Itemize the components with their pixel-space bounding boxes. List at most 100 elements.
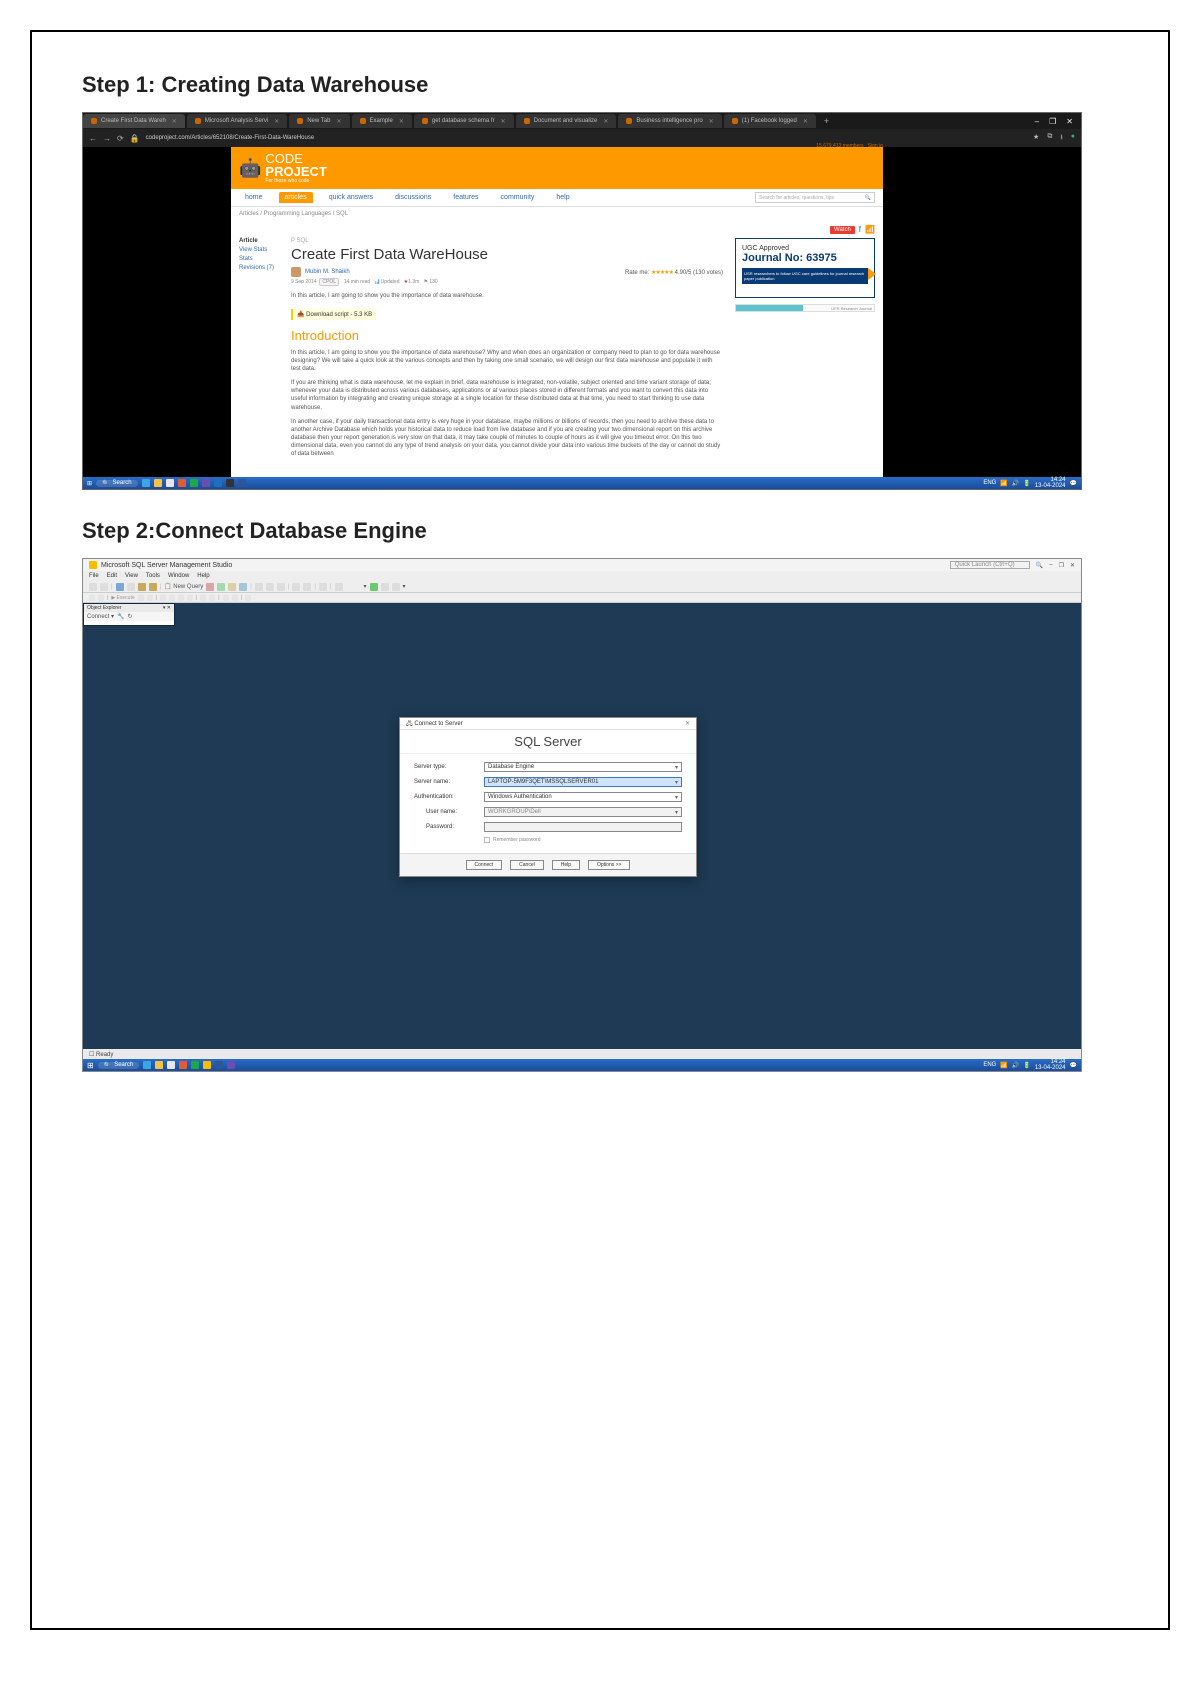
quick-launch-input[interactable]: Quick Launch (Ctrl+Q) — [950, 561, 1030, 569]
download-icon[interactable]: ⭳ — [1060, 133, 1062, 144]
profile-icon[interactable]: ● — [1071, 133, 1075, 144]
new-query-button[interactable]: 📋 New Query — [164, 583, 203, 590]
oe-filter-icon[interactable]: 🔧 — [117, 613, 124, 620]
nav-articles[interactable]: articles — [279, 192, 313, 203]
browser-tab-6[interactable]: Business intelligence pro✕ — [618, 114, 721, 128]
server-type-select[interactable]: Database Engine▾ — [484, 762, 682, 772]
tool2-stop-icon[interactable] — [147, 595, 153, 601]
tray-network-icon[interactable]: 📶 — [1000, 1062, 1007, 1069]
sidebar-ad-2[interactable]: IJFR Research Journal — [735, 304, 875, 312]
menu-view[interactable]: View — [125, 573, 138, 579]
tool2-stats-icon[interactable] — [187, 595, 193, 601]
nav-help[interactable]: help — [550, 192, 575, 203]
task-icon-3[interactable] — [166, 479, 174, 487]
codeproject-search-input[interactable]: Search for articles, questions, tips🔍 — [755, 192, 875, 203]
auth-select[interactable]: Windows Authentication▾ — [484, 792, 682, 802]
tool2-misc-icon[interactable] — [245, 595, 251, 601]
tab-close-icon[interactable]: ✕ — [803, 118, 808, 125]
extension-icon[interactable]: ⧉ — [1047, 133, 1052, 144]
tool-paste-icon[interactable] — [277, 583, 285, 591]
taskbar-search[interactable]: 🔍 Search — [98, 1062, 140, 1069]
tab-close-icon[interactable]: ✕ — [274, 118, 279, 125]
window-minimize-icon[interactable]: – — [1035, 117, 1039, 126]
tool2-plan-icon[interactable] — [169, 595, 175, 601]
menu-window[interactable]: Window — [168, 573, 189, 579]
tool-props-icon[interactable] — [381, 583, 389, 591]
tray-eng[interactable]: ENG — [983, 480, 996, 486]
url-text[interactable]: codeproject.com/Articles/652108/Create-F… — [146, 135, 315, 141]
menu-help[interactable]: Help — [197, 573, 209, 579]
oe-refresh-icon[interactable]: ↻ — [128, 613, 133, 620]
task-icon-3[interactable] — [167, 1061, 175, 1069]
task-icon-1[interactable] — [143, 1061, 151, 1069]
nav-quick-answers[interactable]: quick answers — [323, 192, 379, 203]
tray-battery-icon[interactable]: 🔋 — [1023, 480, 1030, 487]
task-icon-8[interactable] — [227, 1061, 235, 1069]
tool-new-icon[interactable] — [116, 583, 124, 591]
tab-close-icon[interactable]: ✕ — [709, 118, 714, 125]
tool-find-icon[interactable] — [335, 583, 343, 591]
left-view-stats[interactable]: View Stats — [239, 247, 279, 253]
browser-tab-2[interactable]: New Tab✕ — [289, 114, 349, 128]
nav-features[interactable]: features — [447, 192, 484, 203]
task-icon-8[interactable] — [226, 479, 234, 487]
tool-save-all-icon[interactable] — [149, 583, 157, 591]
new-tab-button[interactable]: + — [824, 116, 829, 126]
nav-home[interactable]: home — [239, 192, 269, 203]
task-icon-9[interactable] — [238, 479, 246, 487]
tray-battery-icon[interactable]: 🔋 — [1023, 1062, 1030, 1069]
tool-target-icon[interactable] — [370, 583, 378, 591]
quick-launch-search-icon[interactable]: 🔍 — [1036, 562, 1043, 569]
tool-open-icon[interactable] — [127, 583, 135, 591]
window-maximize-icon[interactable]: ❐ — [1049, 117, 1056, 126]
tool-tools-icon[interactable] — [392, 583, 400, 591]
left-revisions[interactable]: Revisions (7) — [239, 265, 279, 271]
tool2-icon-1[interactable] — [89, 595, 95, 601]
dialog-close-icon[interactable]: ✕ — [685, 720, 690, 727]
search-icon[interactable]: 🔍 — [865, 195, 871, 201]
menu-tools[interactable]: Tools — [146, 573, 160, 579]
bookmark-icon[interactable]: ★ — [1033, 133, 1039, 144]
tool2-indent-icon[interactable] — [223, 595, 229, 601]
left-stats[interactable]: Stats — [239, 256, 279, 262]
tool-xmla-icon[interactable] — [239, 583, 247, 591]
tab-close-icon[interactable]: ✕ — [501, 118, 506, 125]
browser-tab-1[interactable]: Microsoft Analysis Servi✕ — [187, 114, 287, 128]
forward-icon[interactable]: → — [103, 134, 111, 143]
nav-community[interactable]: community — [495, 192, 541, 203]
task-icon-5[interactable] — [191, 1061, 199, 1069]
sidebar-ad-1[interactable]: UGC Approved Journal No: 63975 IJSR rese… — [735, 238, 875, 298]
task-icon-6[interactable] — [202, 479, 210, 487]
reload-icon[interactable]: ⟳ — [117, 134, 124, 143]
tray-notifications-icon[interactable]: 💬 — [1070, 1062, 1077, 1069]
oe-connect-dropdown[interactable]: Connect ▾ — [87, 613, 114, 620]
tool-as-icon[interactable] — [217, 583, 225, 591]
tool-dmx-icon[interactable] — [228, 583, 236, 591]
tool2-text-icon[interactable] — [209, 595, 215, 601]
tray-volume-icon[interactable]: 🔊 — [1012, 480, 1019, 487]
task-icon-2[interactable] — [155, 1061, 163, 1069]
rss-icon[interactable]: 📶 — [865, 225, 875, 234]
tool-copy-icon[interactable] — [266, 583, 274, 591]
tool2-icon-2[interactable] — [98, 595, 104, 601]
tab-close-icon[interactable]: ✕ — [336, 118, 341, 125]
tool2-parse-icon[interactable] — [160, 595, 166, 601]
task-icon-2[interactable] — [154, 479, 162, 487]
tool-forward-icon[interactable] — [100, 583, 108, 591]
help-button[interactable]: Help — [552, 860, 580, 870]
tool-undo-icon[interactable] — [292, 583, 300, 591]
author-name[interactable]: Mubin M. Shaikh — [305, 269, 350, 275]
window-close-icon[interactable]: ✕ — [1070, 562, 1075, 569]
tool2-outdent-icon[interactable] — [232, 595, 238, 601]
start-button[interactable]: ⊞ — [87, 1061, 94, 1070]
browser-tab-7[interactable]: (1) Facebook logged✕ — [724, 114, 816, 128]
tool-cut-icon[interactable] — [255, 583, 263, 591]
watch-button[interactable]: Watch — [830, 226, 855, 234]
window-maximize-icon[interactable]: ❐ — [1059, 562, 1064, 569]
tab-close-icon[interactable]: ✕ — [603, 118, 608, 125]
tool2-debug-icon[interactable] — [138, 595, 144, 601]
tab-close-icon[interactable]: ✕ — [399, 118, 404, 125]
task-icon-5[interactable] — [190, 479, 198, 487]
browser-tab-0[interactable]: Create First Data Wareh✕ — [83, 114, 185, 128]
download-link[interactable]: 📥 Download script - 5.3 KB — [291, 309, 376, 320]
